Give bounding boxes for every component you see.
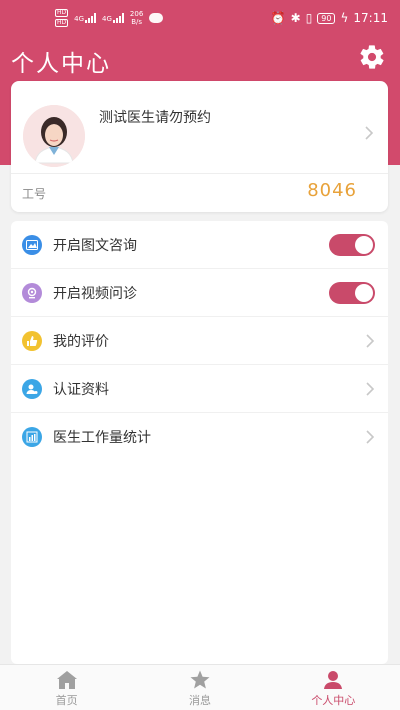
clock: 17:11 [353,11,388,25]
image-consult-toggle[interactable] [329,233,375,256]
bluetooth-icon: ✱ [290,11,301,25]
tab-home[interactable]: 首页 [0,665,133,710]
thumb-up-icon [22,330,42,351]
profile-card[interactable]: 测试医生请勿预约 工号 8046 [11,81,388,212]
menu-item-certification[interactable]: 认证资料 [11,365,388,413]
chevron-right-icon [366,333,375,348]
settings-menu: 开启图文咨询 开启视频问诊 我的评价 认证资料 医生工作量统计 [11,221,388,664]
chevron-right-icon [365,126,374,140]
status-right: ⏰ ✱ ▯ 90 ϟ 17:11 [271,11,388,25]
speed-value: 206 [129,10,144,18]
bar-chart-icon [22,427,42,447]
sim1-badge: HD [55,9,69,17]
tab-label: 个人中心 [311,694,356,707]
menu-item-image-consult[interactable]: 开启图文咨询 [11,221,388,269]
card-divider [11,173,388,174]
wechat-icon [149,13,164,23]
speed-unit: B/s [131,18,143,26]
alarm-icon: ⏰ [270,11,286,25]
menu-item-label: 开启图文咨询 [53,237,137,254]
network-1-label: 4G [74,15,85,23]
network-2-label: 4G [102,15,112,23]
chevron-right-icon [366,430,375,444]
tab-profile[interactable]: 个人中心 [267,665,400,710]
profile-name: 测试医生请勿预约 [99,110,211,126]
tab-label: 首页 [55,694,78,707]
star-icon [190,670,210,689]
network-1: 4G [74,13,97,23]
menu-item-my-reviews[interactable]: 我的评价 [11,317,388,365]
toggle-knob [355,235,373,254]
charging-icon: ϟ [340,11,349,25]
toggle-knob [355,283,373,302]
vibrate-icon: ▯ [305,11,313,25]
signal-1-icon [85,13,97,23]
user-id-icon [22,378,42,399]
menu-item-label: 认证资料 [53,381,109,398]
menu-item-label: 医生工作量统计 [53,430,151,446]
avatar [23,105,85,167]
sim2-badge: HD [55,19,69,27]
image-chat-icon [22,234,42,255]
page-title: 个人中心 [11,51,111,77]
staff-id-value: 8046 [307,180,357,201]
chevron-right-icon [366,381,375,396]
tab-messages[interactable]: 消息 [133,665,266,710]
gear-icon[interactable] [358,43,386,71]
status-left: HD HD 4G 4G 206 B/s [55,9,164,27]
tab-label: 消息 [188,694,211,707]
status-bar: HD HD 4G 4G 206 B/s ⏰ ✱ ▯ 90 ϟ 17:11 [0,0,400,38]
menu-item-label: 开启视频问诊 [53,285,137,302]
menu-item-video-consult[interactable]: 开启视频问诊 [11,269,388,317]
person-icon [324,671,343,689]
battery-icon: 90 [317,12,336,24]
staff-id-label: 工号 [22,187,47,201]
video-consult-icon [22,282,42,303]
menu-item-label: 我的评价 [53,333,109,350]
bottom-tab-bar: 首页 消息 个人中心 [0,664,400,710]
sim-indicators: HD HD [55,9,69,27]
signal-2-icon [112,13,124,23]
video-consult-toggle[interactable] [329,281,375,304]
network-speed: 206 B/s [130,10,143,26]
network-2: 4G [102,13,124,23]
menu-item-workload-stats[interactable]: 医生工作量统计 [11,413,388,461]
home-icon [56,671,77,689]
doctor-avatar-icon [23,105,85,167]
